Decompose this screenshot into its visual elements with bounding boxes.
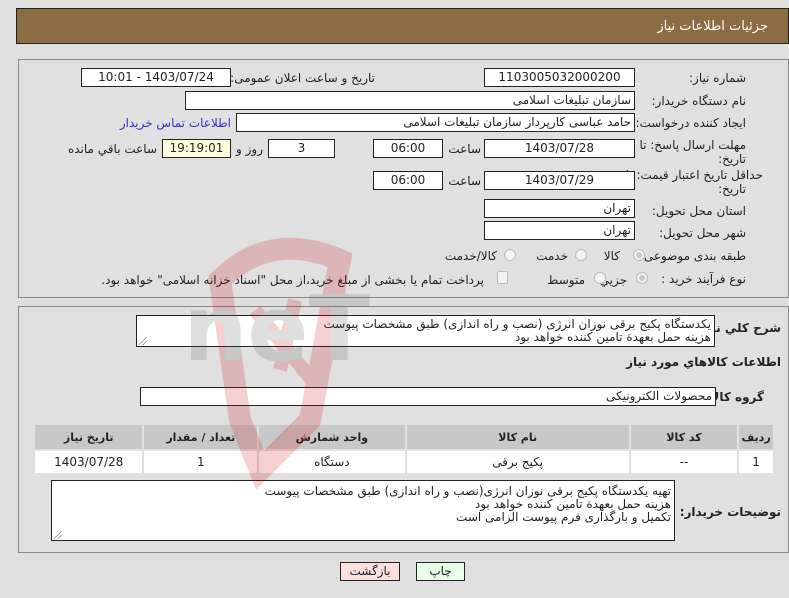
days-label: روز و: [236, 142, 263, 156]
reply-time-label: ساعت: [448, 142, 481, 156]
col-item-name: نام کالا: [406, 425, 629, 449]
remaining-time-label: ساعت باقي مانده: [67, 142, 157, 156]
back-button[interactable]: بازگشت: [340, 562, 400, 581]
col-quantity: تعداد / مقدار: [144, 425, 258, 449]
print-button[interactable]: چاپ: [416, 562, 465, 581]
cell-item-name: پکیج برقی: [406, 451, 629, 473]
treasury-note: پرداخت تمام یا بخشی از مبلغ خرید،از محل …: [101, 273, 484, 287]
buyer-notes-textarea[interactable]: تهیه یکدستگاه پکیج برقی نوزان انرژی(نصب …: [51, 480, 675, 541]
process-radio-medium[interactable]: [594, 272, 606, 284]
remaining-time-field: 19:19:01: [162, 139, 231, 158]
treasury-checkbox[interactable]: [497, 271, 508, 284]
buyer-org-label: نام دستگاه خریدار:: [651, 94, 747, 108]
price-validity-label-2: تاریخ:: [718, 182, 746, 196]
cell-item-code: --: [630, 451, 738, 473]
need-number-field: 1103005032000200: [484, 68, 635, 87]
creator-field: حامد عباسی کارپرداز سازمان تبلیغات اسلام…: [236, 113, 635, 132]
announce-label: تاریخ و ساعت اعلان عمومی:: [230, 71, 375, 85]
col-need-date: تاریخ نیاز: [35, 425, 143, 449]
page-title: جزئیات اطلاعات نیاز: [657, 18, 768, 34]
category-option-goods-service: کالا/خدمت: [444, 249, 497, 263]
price-validity-time-field: 06:00: [373, 171, 443, 190]
price-validity-label: حداقل تاریخ اعتبار قیمت: تا: [625, 168, 763, 182]
buyer-contact-link[interactable]: اطلاعات تماس خریدار: [120, 116, 231, 130]
items-table: ردیف کد کالا نام کالا واحد شمارش تعداد /…: [33, 423, 775, 475]
buyer-org-field: سازمان تبلیغات اسلامی: [185, 91, 635, 110]
reply-deadline-label: مهلت ارسال پاسخ: تا: [639, 138, 746, 152]
cell-unit: دستگاه: [259, 451, 405, 473]
col-item-code: کد کالا: [630, 425, 738, 449]
city-field: تهران: [484, 221, 635, 240]
category-option-service: خدمت: [536, 249, 568, 263]
goods-group-field: محصولات الکترونیکی: [140, 387, 716, 406]
process-option-medium: متوسط: [547, 273, 585, 287]
reply-deadline-label-2: تاریخ:: [718, 152, 746, 166]
reply-date-field: 1403/07/28: [484, 139, 635, 158]
category-option-goods: کالا: [603, 249, 620, 263]
need-number-label: شماره نیاز:: [689, 71, 746, 85]
province-label: استان محل تحویل:: [651, 204, 746, 218]
page-title-bar: جزئیات اطلاعات نیاز: [16, 8, 789, 44]
buyer-notes-line-3: تکمیل و بارگذاری فرم پیوست الزامی است: [456, 510, 671, 524]
table-row: 1 -- پکیج برقی دستگاه 1 1403/07/28: [35, 451, 773, 473]
summary-textarea[interactable]: یکدستگاه پکیج برقی نوزان انرژی (نصب و را…: [136, 315, 715, 347]
items-table-header: ردیف کد کالا نام کالا واحد شمارش تعداد /…: [35, 425, 773, 449]
province-field: تهران: [484, 199, 635, 218]
col-unit: واحد شمارش: [259, 425, 405, 449]
announce-field: 1403/07/24 - 10:01: [81, 68, 231, 87]
city-label: شهر محل تحویل:: [659, 226, 746, 240]
summary-line-2: هزینه حمل بعهدة تامین کننده خواهد بود: [514, 330, 711, 344]
category-radio-service[interactable]: [575, 249, 587, 261]
process-radio-minor[interactable]: [636, 272, 648, 284]
goods-section-title: اطلاعات کالاهاي مورد نياز: [626, 355, 781, 369]
category-radio-goods-service[interactable]: [504, 249, 516, 261]
category-radio-goods[interactable]: [633, 249, 645, 261]
cell-need-date: 1403/07/28: [35, 451, 143, 473]
price-validity-date-field: 1403/07/29: [484, 171, 635, 190]
col-row-number: ردیف: [739, 425, 773, 449]
resize-grip-icon[interactable]: [139, 337, 147, 345]
reply-time-field: 06:00: [373, 139, 443, 158]
creator-label: ایجاد کننده درخواست:: [635, 116, 746, 130]
cell-quantity: 1: [144, 451, 258, 473]
price-validity-time-label: ساعت: [448, 174, 481, 188]
days-remaining-field: 3: [268, 139, 335, 158]
process-label: نوع فرآیند خرید :: [661, 272, 746, 286]
buyer-notes-label: توضیحات خریدار:: [679, 505, 781, 519]
resize-grip-icon[interactable]: [54, 531, 62, 539]
cell-row-number: 1: [739, 451, 773, 473]
category-label: طبقه بندی موضوعی:: [639, 249, 746, 263]
